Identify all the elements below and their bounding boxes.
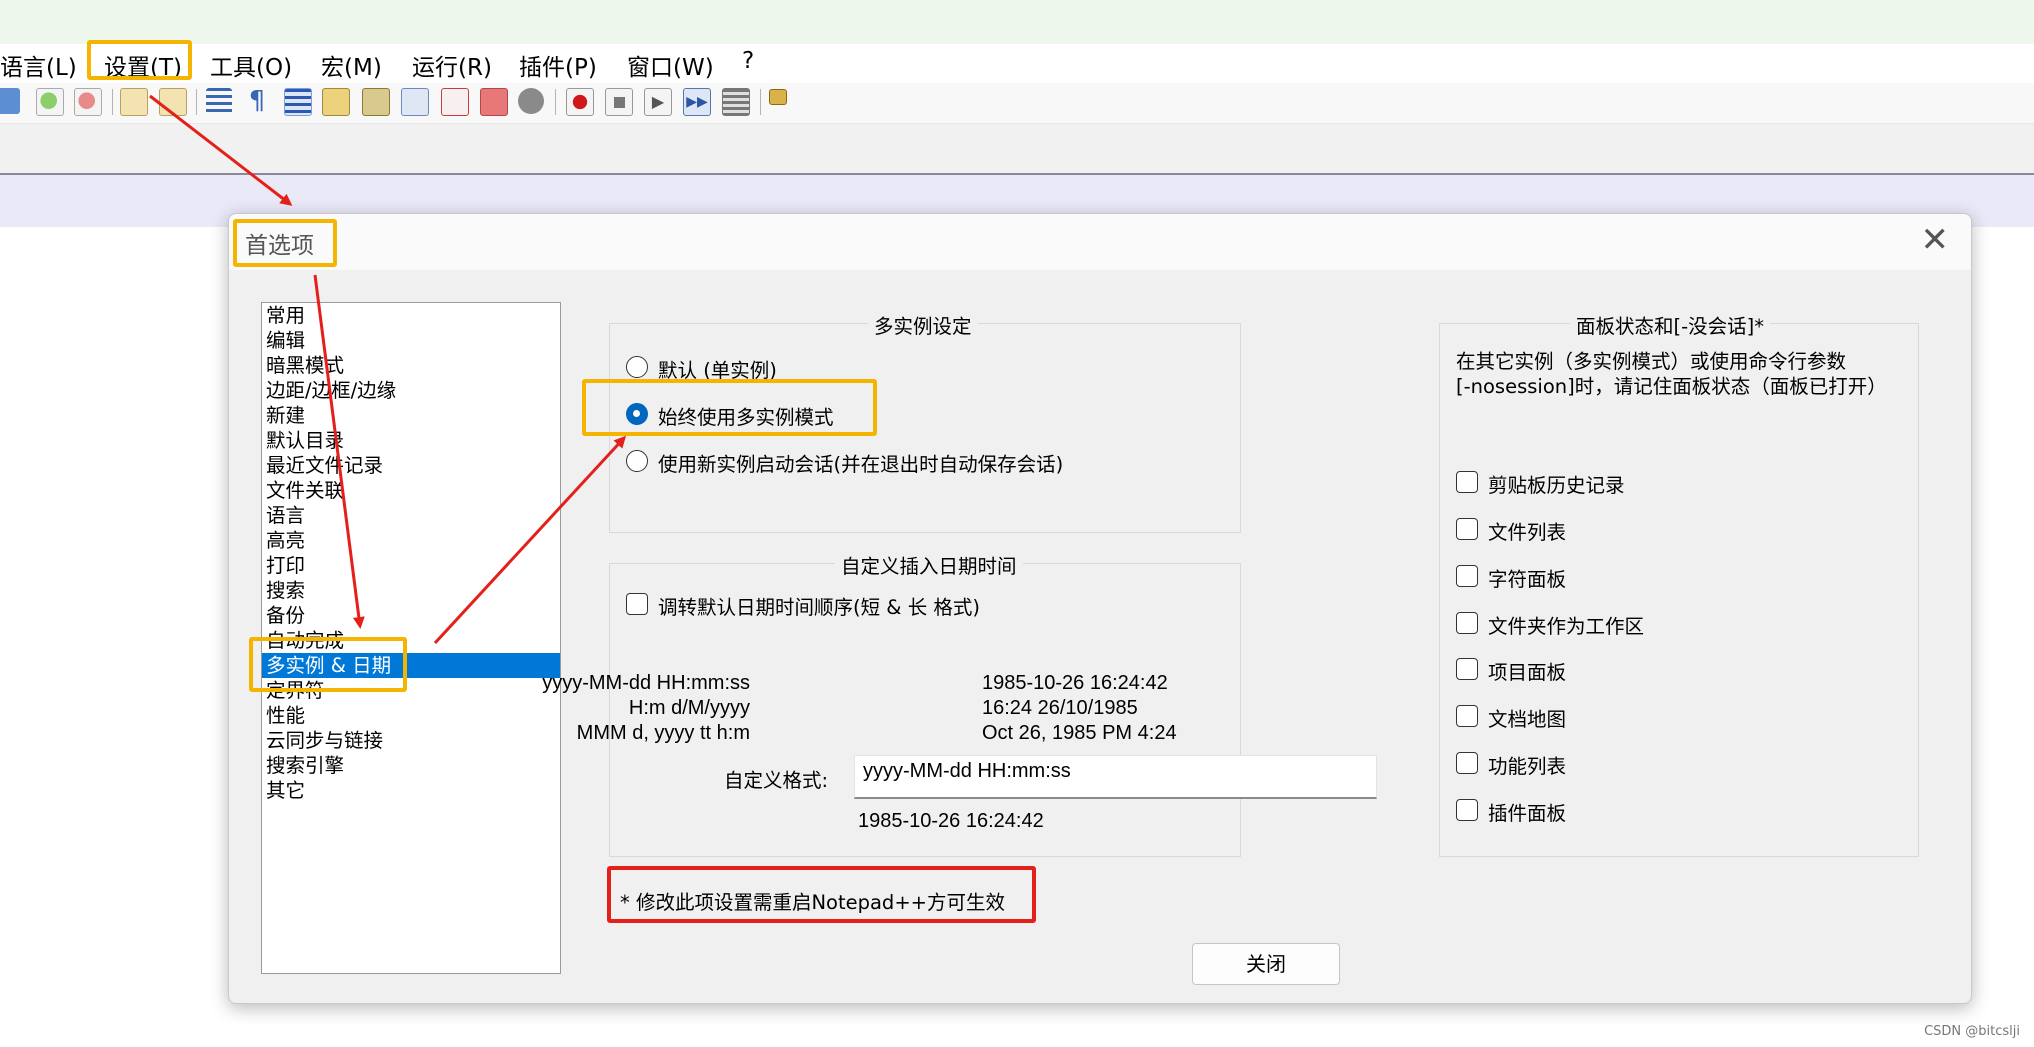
watermark: CSDN @bitcslji bbox=[1924, 1024, 2020, 1039]
annotation-arrows bbox=[149, 94, 627, 645]
annotation-arrow bbox=[149, 94, 293, 206]
annotation-arrow bbox=[433, 435, 627, 645]
annotation-arrow bbox=[313, 274, 365, 629]
